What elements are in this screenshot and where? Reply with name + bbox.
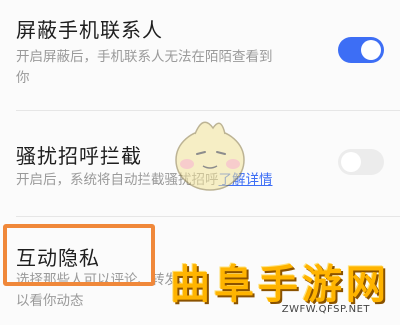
divider xyxy=(16,216,400,217)
block-contacts-desc: 开启屏蔽后，手机联系人无法在陌陌查看到 你 xyxy=(16,47,306,89)
interaction-privacy-desc-line2: 以看你动态 xyxy=(16,293,84,309)
highlight-annotation-box xyxy=(3,224,155,286)
privacy-settings-screen: 屏蔽手机联系人 开启屏蔽后，手机联系人无法在陌陌查看到 你 骚扰招呼拦截 开启后… xyxy=(0,0,400,325)
block-contacts-toggle[interactable] xyxy=(338,37,384,63)
block-contacts-title: 屏蔽手机联系人 xyxy=(16,18,163,42)
toggle-knob xyxy=(361,40,381,60)
block-contacts-desc-line2: 你 xyxy=(16,70,30,86)
watermark-logo-text: 曲阜手游网 xyxy=(170,262,390,308)
block-contacts-desc-line1: 开启屏蔽后，手机联系人无法在陌陌查看到 xyxy=(16,49,273,65)
harassment-block-title: 骚扰招呼拦截 xyxy=(16,144,142,168)
cartoon-bird-mascot-icon xyxy=(175,121,245,191)
toggle-knob xyxy=(341,152,361,172)
watermark-url: ZWFW.QFSP.NET xyxy=(281,304,370,315)
harassment-block-toggle[interactable] xyxy=(338,149,384,175)
